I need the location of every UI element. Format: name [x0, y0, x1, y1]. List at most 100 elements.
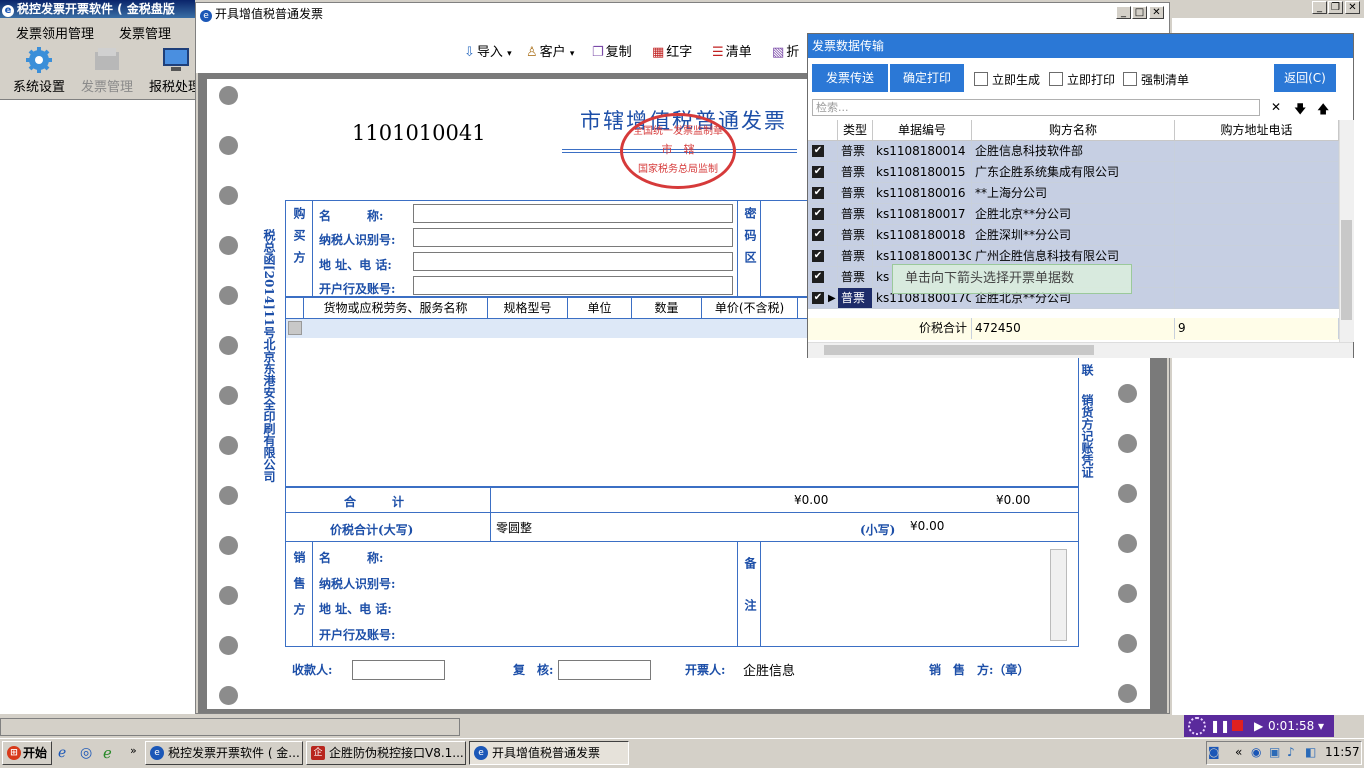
arrow-down-icon[interactable]: 🡇 — [1294, 100, 1306, 121]
quicklaunch-more-icon[interactable]: » — [130, 744, 137, 757]
red-invoice-icon: ▦ — [652, 45, 665, 60]
invoice-manage-button[interactable]: 发票管理 — [72, 46, 142, 95]
customer-icon: ♙ — [526, 45, 538, 60]
import-button[interactable]: ⇩ 导入 ▾ — [464, 41, 512, 60]
buyer-bank-input[interactable] — [413, 276, 733, 295]
checkbox-checked-icon[interactable]: ✔ — [812, 187, 824, 199]
copy-icon: ❐ — [592, 45, 604, 60]
checkbox-checked-icon[interactable]: ✔ — [812, 208, 824, 220]
discount-button[interactable]: ▧ 折 — [772, 41, 799, 60]
total-label: 合 计 — [344, 495, 405, 509]
network-icon[interactable]: ▣ — [1269, 745, 1280, 759]
menu-invoice-claim[interactable]: 发票领用管理 — [16, 23, 94, 42]
send-invoice-button[interactable]: 发票传送 — [812, 64, 888, 92]
table-row[interactable]: ✔ 普票 ks1108180016 **上海分公司 — [808, 183, 1353, 204]
table-row[interactable]: ✔ 普票 ks1108180015 广东企胜系统集成有限公司 — [808, 162, 1353, 183]
invoice-restore-button[interactable]: □ — [1132, 6, 1147, 19]
grid-header-name[interactable]: 购方名称 — [972, 120, 1175, 141]
recorder-logo-icon — [1188, 717, 1206, 735]
checkbox-checked-icon[interactable]: ✔ — [812, 250, 824, 262]
explorer-icon[interactable]: ◎ — [80, 745, 92, 761]
password-area-label: 密码区 — [743, 207, 757, 273]
remark-scrollbar[interactable] — [1050, 549, 1067, 641]
restore-button[interactable]: ❐ — [1328, 1, 1343, 14]
invoice-window-title: 开具增值税普通发票 — [215, 7, 324, 21]
row-type[interactable]: 普票 — [838, 288, 873, 309]
row-name: 企胜信息科技软件部 — [972, 141, 1175, 162]
task-invoice[interactable]: e 开具增值税普通发票 — [469, 741, 629, 765]
row-type: 普票 — [838, 267, 873, 288]
current-row-arrow-icon: ▶ — [828, 293, 836, 304]
menu-invoice-manage[interactable]: 发票管理 — [119, 23, 171, 42]
play-icon[interactable]: ▶ — [1254, 715, 1263, 737]
customer-button[interactable]: ♙ 客户 ▾ — [526, 41, 574, 60]
close-button[interactable]: ✕ — [1345, 1, 1360, 14]
row-addr — [1175, 204, 1339, 225]
clear-icon[interactable]: ✕ — [1271, 100, 1281, 114]
arrow-up-icon[interactable]: 🡅 — [1317, 100, 1329, 121]
scroll-thumb[interactable] — [1341, 220, 1352, 320]
confirm-print-button[interactable]: 确定打印 — [890, 64, 964, 92]
reviewer-input[interactable] — [558, 660, 651, 680]
minimize-button[interactable]: _ — [1312, 1, 1327, 14]
dialog-button-bar: 发票传送 确定打印 立即生成 立即打印 强制清单 返回(C) — [808, 58, 1353, 96]
monitor-icon — [163, 48, 189, 71]
grid-horizontal-scrollbar[interactable] — [808, 342, 1353, 358]
row-addr — [1175, 246, 1339, 267]
row-selector[interactable] — [288, 321, 302, 335]
grid-header-addr[interactable]: 购方地址电话 — [1175, 120, 1339, 141]
buyer-taxid-input[interactable] — [413, 228, 733, 247]
import-label: 导入 — [476, 45, 503, 60]
recorder-widget: ❚❚ ▶ 0:01:58 ▾ — [1184, 715, 1334, 737]
buyer-address-input[interactable] — [413, 252, 733, 271]
search-input[interactable]: 检索... — [812, 99, 1260, 116]
grid-header-type[interactable]: 类型 — [838, 120, 873, 141]
generate-now-label: 立即生成 — [992, 73, 1041, 87]
chevron-down-icon: ▾ — [569, 49, 575, 59]
tray-app-icon[interactable]: ◉ — [1251, 745, 1261, 759]
task-label: 税控发票开票软件 ( 金... — [168, 746, 300, 760]
task-interface[interactable]: 企企胜防伪税控接口V8.1... — [306, 741, 466, 765]
invoice-close-button[interactable]: ✕ — [1149, 6, 1164, 19]
checkbox-checked-icon[interactable]: ✔ — [812, 166, 824, 178]
checkbox-icon — [1123, 72, 1137, 86]
print-now-checkbox[interactable]: 立即打印 — [1049, 71, 1115, 88]
checkbox-checked-icon[interactable]: ✔ — [812, 292, 824, 304]
row-no: ks1108180016 — [873, 183, 972, 204]
list-button[interactable]: ☰ 清单 — [712, 41, 752, 60]
task-main-app[interactable]: e 税控发票开票软件 ( 金... — [145, 741, 303, 765]
tray-misc-icon[interactable]: ◧ — [1305, 745, 1316, 759]
volume-icon[interactable]: ♪ — [1287, 745, 1295, 759]
buyer-name-input[interactable] — [413, 204, 733, 223]
back-button[interactable]: 返回(C) — [1274, 64, 1336, 92]
grid-vertical-scrollbar[interactable] — [1339, 120, 1354, 342]
scroll-thumb[interactable] — [824, 345, 1094, 355]
discount-label: 折 — [786, 45, 800, 60]
ie-icon[interactable]: ℯ — [58, 745, 66, 761]
copy-button[interactable]: ❐ 复制 — [592, 41, 632, 60]
checkbox-checked-icon[interactable]: ✔ — [812, 271, 824, 283]
stop-icon[interactable] — [1232, 720, 1243, 731]
drawer-name: 企胜信息 — [743, 664, 796, 679]
browser-icon[interactable]: ℯ — [103, 744, 112, 762]
table-row[interactable]: ✔ 普票 ks1108180014 企胜信息科技软件部 — [808, 141, 1353, 162]
chevron-down-icon: ▾ — [507, 49, 512, 59]
recorder-menu-icon[interactable]: ▾ — [1318, 715, 1324, 737]
start-button[interactable]: ⊞ 开始 — [2, 741, 52, 765]
force-list-checkbox[interactable]: 强制清单 — [1123, 71, 1189, 88]
grid-header-no[interactable]: 单据编号 — [873, 120, 972, 141]
invoice-minimize-button[interactable]: _ — [1116, 6, 1131, 19]
copy-label: 复制 — [605, 45, 632, 60]
generate-now-checkbox[interactable]: 立即生成 — [974, 71, 1040, 88]
system-settings-button[interactable]: 系统设置 — [4, 46, 74, 95]
tooltip: 单击向下箭头选择开票单据数 — [892, 264, 1132, 294]
red-invoice-button[interactable]: ▦ 红字 — [652, 41, 692, 60]
payee-input[interactable] — [352, 660, 445, 680]
checkbox-checked-icon[interactable]: ✔ — [812, 145, 824, 157]
pause-icon[interactable]: ❚❚ — [1210, 715, 1230, 737]
table-row[interactable]: ✔ 普票 ks1108180017 企胜北京**分公司 — [808, 204, 1353, 225]
table-row[interactable]: ✔ 普票 ks1108180018 企胜深圳**分公司 — [808, 225, 1353, 246]
checkbox-checked-icon[interactable]: ✔ — [812, 229, 824, 241]
tray-expand-icon[interactable]: « — [1235, 745, 1242, 759]
row-name: 广东企胜系统集成有限公司 — [972, 162, 1175, 183]
